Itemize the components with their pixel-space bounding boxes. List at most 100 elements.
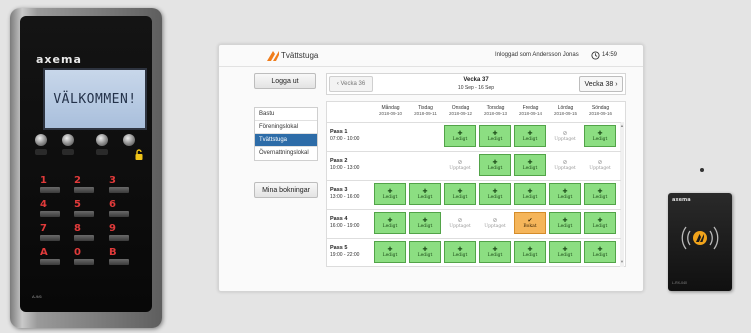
plus-icon: ✚: [492, 159, 498, 166]
slot-free[interactable]: ✚ Ledigt: [549, 183, 581, 205]
keypad-key[interactable]: B: [109, 248, 129, 266]
function-key-3[interactable]: [96, 134, 108, 146]
device-display: VÄLKOMMEN!: [43, 68, 147, 130]
plus-icon: ✚: [422, 217, 428, 224]
slot-status-label: Ledigt: [417, 224, 433, 229]
slot-status-label: Upptaget: [449, 224, 471, 229]
scroll-up-icon[interactable]: ▲: [620, 123, 624, 128]
keypad-key-face: [74, 235, 94, 241]
slot-status-label: Ledigt: [417, 253, 433, 258]
pass-time: 16:00 - 19:00: [330, 223, 360, 229]
slot-status-label: Ledigt: [452, 137, 468, 142]
row-divider: [327, 122, 621, 123]
plus-icon: ✚: [422, 188, 428, 195]
slot-free[interactable]: ✚ Ledigt: [549, 212, 581, 234]
slot-free[interactable]: ✚ Ledigt: [584, 183, 616, 205]
scroll-down-icon[interactable]: ▼: [620, 259, 624, 264]
keypad-key-face: [109, 211, 129, 217]
keypad-key[interactable]: 9: [109, 224, 129, 242]
keypad-key[interactable]: 0: [74, 248, 94, 266]
slot-free[interactable]: ✚ Ledigt: [549, 241, 581, 263]
keypad-key[interactable]: 5: [74, 200, 94, 218]
slot-free[interactable]: ✚ Ledigt: [409, 183, 441, 205]
keypad-key[interactable]: A: [40, 248, 60, 266]
slot-status-label: Ledigt: [522, 166, 538, 171]
keypad-key[interactable]: 1: [40, 176, 60, 194]
slot-free[interactable]: ✚ Ledigt: [479, 241, 511, 263]
day-date: 2018-09-12: [448, 111, 473, 116]
slot-free[interactable]: ✚ Ledigt: [374, 241, 406, 263]
day-header: Söndag 2018-09-16: [583, 105, 618, 116]
function-key-1[interactable]: [35, 134, 47, 146]
room-item[interactable]: Tvättstuga: [255, 134, 317, 147]
logout-button[interactable]: Logga ut: [254, 73, 316, 89]
room-item[interactable]: Föreningslokal: [255, 121, 317, 134]
slot-free[interactable]: ✚ Ledigt: [514, 125, 546, 147]
keypad-key[interactable]: 3: [109, 176, 129, 194]
slot-status-label: Upptaget: [449, 166, 471, 171]
slot-free[interactable]: ✚ Ledigt: [514, 183, 546, 205]
day-header: Tisdag 2018-09-11: [408, 105, 443, 116]
plus-icon: ✚: [527, 188, 533, 195]
day-header: Fredag 2018-09-14: [513, 105, 548, 116]
slot-free[interactable]: ✚ Ledigt: [374, 183, 406, 205]
keypad-key[interactable]: 6: [109, 200, 129, 218]
slot-booked[interactable]: ✔ Bokat: [514, 212, 546, 234]
function-key-2[interactable]: [62, 134, 74, 146]
slot-free[interactable]: ✚ Ledigt: [514, 241, 546, 263]
keypad-key-label: 1: [40, 175, 47, 186]
slot-status-label: Upptaget: [554, 166, 576, 171]
day-date: 2018-09-13: [483, 111, 508, 116]
pass-name: Pass 3: [330, 187, 348, 193]
keypad-key[interactable]: 2: [74, 176, 94, 194]
slot-free[interactable]: ✚ Ledigt: [374, 212, 406, 234]
plus-icon: ✚: [597, 246, 603, 253]
slot-free[interactable]: ✚ Ledigt: [584, 125, 616, 147]
plus-icon: ✚: [597, 130, 603, 137]
card-reader: axema L-RX-040: [668, 193, 732, 291]
slot-free[interactable]: ✚ Ledigt: [584, 212, 616, 234]
slot-free[interactable]: ✚ Ledigt: [479, 183, 511, 205]
slot-busy: ⊘ Upptaget: [444, 154, 476, 176]
keypad-key-label: 3: [109, 175, 116, 186]
app-header: Tvättstuga Inloggad som Andersson Jonas …: [219, 45, 643, 67]
function-key-4[interactable]: [123, 134, 135, 146]
axema-logo-icon: [267, 51, 279, 61]
my-bookings-button[interactable]: Mina bokningar: [254, 182, 318, 198]
slot-status-label: Upptaget: [554, 137, 576, 142]
slot-busy: ⊘ Upptaget: [444, 212, 476, 234]
slot-free[interactable]: ✚ Ledigt: [444, 125, 476, 147]
slot-free[interactable]: ✚ Ledigt: [479, 125, 511, 147]
keypad-key[interactable]: 4: [40, 200, 60, 218]
slot-free[interactable]: ✚ Ledigt: [409, 241, 441, 263]
plus-icon: ✚: [597, 188, 603, 195]
slot-free[interactable]: ✚ Ledigt: [479, 154, 511, 176]
keypad-key-face: [40, 259, 60, 265]
room-item[interactable]: Övernattningslokal: [255, 147, 317, 160]
blocked-icon: ⊘: [457, 159, 463, 166]
keypad-key[interactable]: 8: [74, 224, 94, 242]
plus-icon: ✚: [492, 246, 498, 253]
slot-status-label: Ledigt: [487, 137, 503, 142]
slot-status-label: Ledigt: [417, 195, 433, 200]
slot-free[interactable]: ✚ Ledigt: [409, 212, 441, 234]
slot-status-label: Ledigt: [592, 137, 608, 142]
day-header: Måndag 2018-09-10: [373, 105, 408, 116]
slot-status-label: Ledigt: [522, 137, 538, 142]
room-item[interactable]: Bastu: [255, 108, 317, 121]
keypad-key-face: [109, 235, 129, 241]
grid-scrollbar[interactable]: [620, 122, 624, 267]
pass-name: Pass 1: [330, 129, 348, 135]
next-week-button[interactable]: Vecka 38 ›: [579, 76, 623, 92]
slot-status-label: Ledigt: [522, 195, 538, 200]
slot-free[interactable]: ✚ Ledigt: [514, 154, 546, 176]
slot-free[interactable]: ✚ Ledigt: [584, 241, 616, 263]
slot-status-label: Upptaget: [589, 166, 611, 171]
slot-free[interactable]: ✚ Ledigt: [444, 183, 476, 205]
day-header: Onsdag 2018-09-12: [443, 105, 478, 116]
keypad-key[interactable]: 7: [40, 224, 60, 242]
plus-icon: ✚: [457, 188, 463, 195]
slot-free[interactable]: ✚ Ledigt: [444, 241, 476, 263]
pass-time: 19:00 - 22:00: [330, 252, 360, 258]
slot-status-label: Ledigt: [557, 195, 573, 200]
